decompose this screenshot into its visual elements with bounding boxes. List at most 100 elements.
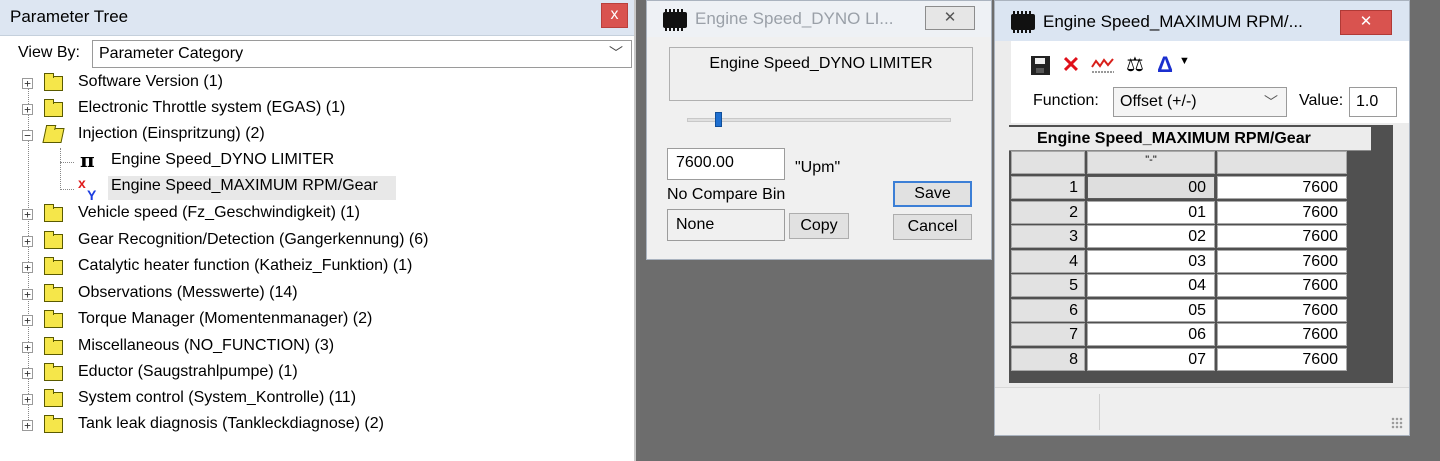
expand-icon[interactable]: + — [22, 289, 33, 300]
tree-item-system-control[interactable]: + System control (System_Kontrolle) (11) — [22, 389, 622, 413]
row-number[interactable]: 5 — [1011, 274, 1085, 297]
delta-icon[interactable]: Δ — [1153, 53, 1177, 77]
axis-cell[interactable]: 06 — [1087, 323, 1215, 346]
dyno-title: Engine Speed_DYNO LI... — [695, 9, 894, 28]
axis-cell[interactable]: 04 — [1087, 274, 1215, 297]
view-by-label: View By: — [18, 44, 80, 61]
folder-icon — [44, 257, 63, 275]
tree-item-label: Torque Manager (Momentenmanager) (2) — [78, 310, 373, 327]
chevron-down-icon[interactable]: ▼ — [1179, 55, 1190, 67]
tree-item-label: Injection (Einspritzung) (2) — [78, 125, 265, 142]
tree-child-max-rpm-gear[interactable]: xY Engine Speed_MAXIMUM RPM/Gear — [78, 176, 398, 202]
tree-item-miscellaneous[interactable]: + Miscellaneous (NO_FUNCTION) (3) — [22, 337, 622, 361]
save-icon[interactable] — [1029, 53, 1053, 77]
dyno-parameter-name-box: Engine Speed_DYNO LIMITER — [669, 47, 973, 101]
expand-icon[interactable]: + — [22, 104, 33, 115]
close-icon[interactable]: ✕ — [1340, 10, 1392, 35]
cancel-button[interactable]: Cancel — [893, 214, 972, 240]
tree-item-gear-recognition[interactable]: + Gear Recognition/Detection (Gangerkenn… — [22, 231, 622, 255]
axis-cell[interactable]: 03 — [1087, 250, 1215, 273]
view-by-select[interactable]: Parameter Category ﹀ — [92, 40, 632, 68]
tree-item-torque-manager[interactable]: + Torque Manager (Momentenmanager) (2) — [22, 310, 622, 334]
folder-icon — [44, 99, 63, 117]
row-number[interactable]: 6 — [1011, 299, 1085, 322]
tree-item-label: Tank leak diagnosis (Tankleckdiagnose) (… — [78, 415, 384, 432]
tree-item-tank-leak[interactable]: + Tank leak diagnosis (Tankleckdiagnose)… — [22, 415, 622, 439]
collapse-icon[interactable]: − — [22, 130, 33, 141]
expand-icon[interactable]: + — [22, 342, 33, 353]
grid-title: Engine Speed_MAXIMUM RPM/Gear — [1037, 130, 1311, 147]
axis-cell[interactable]: 00 — [1087, 176, 1215, 199]
tree-item-observations[interactable]: + Observations (Messwerte) (14) — [22, 284, 622, 308]
row-number[interactable]: 8 — [1011, 348, 1085, 371]
axis-cell[interactable]: 02 — [1087, 225, 1215, 248]
value-cell[interactable]: 7600 — [1217, 176, 1347, 199]
view-by-value: Parameter Category — [99, 45, 244, 62]
value-slider-thumb[interactable] — [715, 112, 722, 127]
close-icon[interactable]: ✕ — [925, 6, 975, 30]
expand-icon[interactable]: + — [22, 394, 33, 405]
value-cell[interactable]: 7600 — [1217, 323, 1347, 346]
function-value: Offset (+/-) — [1120, 93, 1197, 110]
rpm-title: Engine Speed_MAXIMUM RPM/... — [1043, 12, 1303, 31]
dyno-parameter-name: Engine Speed_DYNO LIMITER — [709, 55, 933, 72]
tree-item-label: Software Version (1) — [78, 73, 223, 90]
value-cell[interactable]: 7600 — [1217, 348, 1347, 371]
expand-icon[interactable]: + — [22, 209, 33, 220]
folder-icon — [44, 310, 63, 328]
tree-item-label: Catalytic heater function (Katheiz_Funkt… — [78, 257, 413, 274]
copy-button[interactable]: Copy — [789, 213, 849, 239]
row-number[interactable]: 4 — [1011, 250, 1085, 273]
function-select[interactable]: Offset (+/-) ﹀ — [1113, 87, 1287, 117]
compare-bin-label: No Compare Bin — [667, 186, 786, 203]
row-number[interactable]: 1 — [1011, 176, 1085, 199]
close-icon[interactable]: x — [601, 3, 628, 28]
ecu-chip-icon — [1011, 11, 1035, 33]
resize-grip-icon[interactable] — [1391, 417, 1403, 429]
expand-icon[interactable]: + — [22, 236, 33, 247]
tree-child-dyno-limiter[interactable]: π Engine Speed_DYNO LIMITER — [78, 148, 398, 175]
value-label: Value: — [1299, 92, 1344, 109]
axis-cell[interactable]: 07 — [1087, 348, 1215, 371]
value-cell[interactable]: 7600 — [1217, 201, 1347, 224]
folder-icon — [44, 415, 63, 433]
dyno-value-input[interactable]: 7600.00 — [667, 148, 785, 180]
axis-cell[interactable]: 01 — [1087, 201, 1215, 224]
tree-item-software-version[interactable]: + Software Version (1) — [22, 73, 622, 97]
corner-cell — [1011, 151, 1085, 174]
value-slider-track[interactable] — [687, 118, 951, 122]
dyno-titlebar: Engine Speed_DYNO LI... ✕ — [647, 1, 991, 37]
tree-child-label: Engine Speed_DYNO LIMITER — [111, 151, 335, 168]
save-button[interactable]: Save — [893, 181, 972, 207]
tree-item-catalytic-heater[interactable]: + Catalytic heater function (Katheiz_Fun… — [22, 257, 622, 281]
parameter-tree-panel: Parameter Tree x View By: Parameter Cate… — [0, 0, 636, 461]
row-number[interactable]: 2 — [1011, 201, 1085, 224]
value-input[interactable]: 1.0 — [1349, 87, 1397, 117]
value-cell[interactable]: 7600 — [1217, 299, 1347, 322]
value-cell[interactable]: 7600 — [1217, 250, 1347, 273]
tree-item-egas[interactable]: + Electronic Throttle system (EGAS) (1) — [22, 99, 622, 123]
expand-icon[interactable]: + — [22, 368, 33, 379]
row-number[interactable]: 3 — [1011, 225, 1085, 248]
expand-icon[interactable]: + — [22, 315, 33, 326]
compare-scale-icon[interactable]: ⚖ — [1123, 53, 1147, 77]
axis-cell[interactable]: 05 — [1087, 299, 1215, 322]
tree-item-vehicle-speed[interactable]: + Vehicle speed (Fz_Geschwindigkeit) (1) — [22, 204, 622, 228]
folder-icon — [44, 73, 63, 91]
max-rpm-gear-window: Engine Speed_MAXIMUM RPM/... ✕ ✕ ⚖ Δ ▼ F… — [994, 0, 1410, 436]
expand-icon[interactable]: + — [22, 78, 33, 89]
expand-icon[interactable]: + — [22, 262, 33, 273]
expand-icon[interactable]: + — [22, 420, 33, 431]
map-grid: Engine Speed_MAXIMUM RPM/Gear "-" 1 00 7… — [1009, 125, 1393, 383]
tree-item-label: Gear Recognition/Detection (Gangerkennun… — [78, 231, 429, 248]
value-cell[interactable]: 7600 — [1217, 225, 1347, 248]
tree-item-injection[interactable]: − Injection (Einspritzung) (2) — [22, 125, 622, 149]
tree-item-eductor[interactable]: + Eductor (Saugstrahlpumpe) (1) — [22, 363, 622, 387]
value-cell[interactable]: 7600 — [1217, 274, 1347, 297]
column-header[interactable]: "-" — [1087, 151, 1215, 174]
ecu-chip-icon — [663, 9, 687, 31]
delete-icon[interactable]: ✕ — [1059, 53, 1083, 77]
graph-icon[interactable] — [1091, 53, 1115, 77]
row-number[interactable]: 7 — [1011, 323, 1085, 346]
column-header[interactable] — [1217, 151, 1347, 174]
